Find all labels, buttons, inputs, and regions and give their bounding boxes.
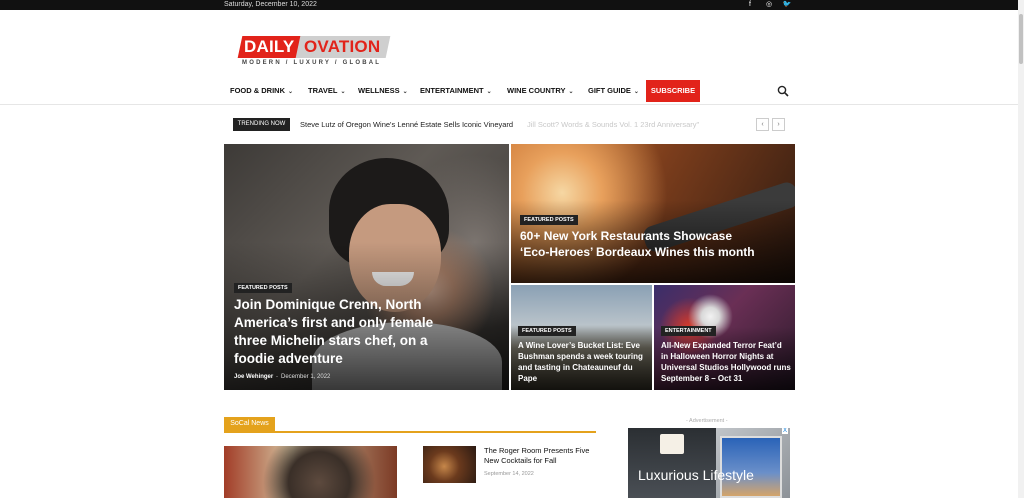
scrollbar-thumb[interactable] — [1019, 14, 1023, 64]
nav-item-food-drink[interactable]: FOOD & DRINK ⌄ — [230, 80, 293, 102]
trending-headline[interactable]: Steve Lutz of Oregon Wine's Lenné Estate… — [300, 118, 540, 131]
advertisement-banner[interactable]: Luxurious Lifestyle X — [628, 428, 790, 498]
page-scrollbar[interactable] — [1018, 0, 1024, 498]
chevron-down-icon: ⌄ — [486, 89, 492, 95]
subscribe-button[interactable]: SUBSCRIBE — [646, 80, 700, 102]
nav-item-wellness[interactable]: WELLNESS ⌄ — [358, 80, 408, 102]
instagram-icon[interactable]: ◎ — [763, 0, 775, 10]
current-date: Saturday, December 10, 2022 — [224, 1, 317, 8]
advertisement-label: - Advertisement - — [686, 418, 728, 424]
facebook-icon[interactable]: f — [744, 0, 756, 10]
ad-close-icon[interactable]: X — [781, 428, 788, 434]
news-thumbnail[interactable] — [423, 446, 476, 483]
category-badge[interactable]: FEATURED POSTS — [234, 283, 292, 293]
trending-next-button[interactable]: › — [772, 118, 785, 131]
nav-item-label: FOOD & DRINK — [230, 86, 285, 95]
nav-item-label: WELLNESS — [358, 86, 400, 95]
site-logo[interactable]: DAILY OVATION MODERN / LUXURY / GLOBAL — [237, 34, 391, 70]
chevron-down-icon: ⌄ — [340, 89, 346, 95]
article-title[interactable]: 60+ New York Restaurants Showcase ‘Eco-H… — [520, 228, 760, 260]
featured-tile-top-right[interactable]: FEATURED POSTS 60+ New York Restaurants … — [511, 144, 795, 283]
page: Saturday, December 10, 2022 f ◎ 🐦 DAILY … — [0, 0, 1024, 498]
top-bar: Saturday, December 10, 2022 f ◎ 🐦 — [0, 0, 1018, 10]
article-author[interactable]: Joe Wehinger — [234, 374, 273, 380]
trending-prev-button[interactable]: ‹ — [756, 118, 769, 131]
twitter-icon[interactable]: 🐦 — [781, 0, 793, 10]
logo-word-ovation: OVATION — [304, 37, 381, 56]
nav-item-gift-guide[interactable]: GIFT GUIDE ⌄ — [588, 80, 639, 102]
ad-text: Luxurious Lifestyle — [638, 467, 754, 483]
category-badge[interactable]: FEATURED POSTS — [520, 215, 578, 225]
chevron-down-icon: ⌄ — [288, 89, 294, 95]
article-date: December 1, 2022 — [281, 374, 331, 380]
nav-divider — [0, 104, 1018, 105]
article-title[interactable]: A Wine Lover’s Bucket List: Eve Bushman … — [518, 340, 648, 384]
logo-tagline: MODERN / LUXURY / GLOBAL — [242, 60, 382, 66]
nav-item-wine-country[interactable]: WINE COUNTRY ⌄ — [507, 80, 574, 102]
chevron-down-icon: ⌄ — [633, 89, 639, 95]
main-nav: FOOD & DRINK ⌄ TRAVEL ⌄ WELLNESS ⌄ ENTERTAI… — [224, 80, 796, 102]
nav-item-travel[interactable]: TRAVEL ⌄ — [308, 80, 345, 102]
chevron-left-icon: ‹ — [761, 121, 764, 128]
nav-item-entertainment[interactable]: ENTERTAINMENT ⌄ — [420, 80, 492, 102]
news-title[interactable]: The Roger Room Presents Five New Cocktai… — [484, 446, 604, 466]
featured-tile-bottom-right[interactable]: ENTERTAINMENT All-New Expanded Terror Fe… — [654, 285, 795, 390]
logo-word-daily: DAILY — [244, 37, 295, 56]
featured-tile-bottom-left[interactable]: FEATURED POSTS A Wine Lover’s Bucket Lis… — [511, 285, 652, 390]
section-title[interactable]: SoCal News — [224, 417, 275, 431]
trending-next-headline: Jill Scott? Words & Sounds Vol. 1 23rd A… — [527, 120, 700, 129]
category-badge[interactable]: FEATURED POSTS — [518, 326, 576, 336]
news-date: September 14, 2022 — [484, 471, 534, 477]
search-icon[interactable] — [777, 85, 789, 97]
chevron-right-icon: › — [777, 121, 780, 128]
ad-brand-logo — [660, 434, 684, 454]
category-badge[interactable]: ENTERTAINMENT — [661, 326, 716, 336]
nav-item-label: GIFT GUIDE — [588, 86, 631, 95]
nav-item-label: WINE COUNTRY — [507, 86, 566, 95]
news-lead-image[interactable] — [224, 446, 397, 498]
featured-tile-large[interactable]: FEATURED POSTS Join Dominique Crenn, Nor… — [224, 144, 509, 390]
nav-item-label: TRAVEL — [308, 86, 338, 95]
article-title[interactable]: All-New Expanded Terror Feat’d in Hallow… — [661, 340, 791, 384]
chevron-down-icon: ⌄ — [402, 89, 408, 95]
chevron-down-icon: ⌄ — [568, 89, 574, 95]
nav-item-label: ENTERTAINMENT — [420, 86, 484, 95]
article-title[interactable]: Join Dominique Crenn, North America’s fi… — [234, 296, 454, 368]
section-underline — [224, 431, 596, 433]
trending-label: TRENDING NOW — [233, 118, 290, 131]
meta-separator: - — [276, 374, 278, 380]
